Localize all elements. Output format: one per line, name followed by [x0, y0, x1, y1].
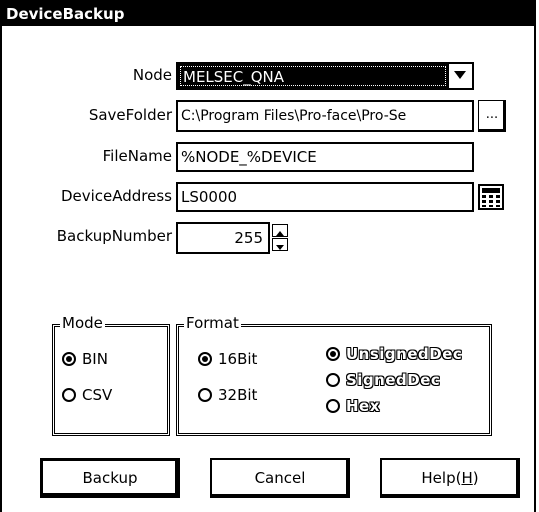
mode-group [52, 324, 170, 436]
node-dropdown-button[interactable] [448, 64, 472, 88]
mode-bin-radio[interactable]: BIN [62, 350, 108, 368]
backup-number-input[interactable]: 255 [176, 222, 270, 254]
format-signeddec-radio[interactable]: SignedDec [326, 371, 440, 389]
mode-group-title: Mode [60, 314, 105, 332]
radio-unchecked-icon [326, 373, 340, 387]
node-label: Node [132, 66, 172, 84]
radio-checked-icon [198, 352, 212, 366]
format-unsigneddec-label: UnsignedDec [346, 345, 463, 363]
help-button-mnemonic: H [461, 469, 473, 487]
radio-checked-icon [326, 347, 340, 361]
format-16bit-radio[interactable]: 16Bit [198, 350, 257, 368]
device-address-input[interactable]: LS0000 [176, 182, 474, 212]
browse-button[interactable]: ... [478, 100, 506, 132]
radio-checked-icon [62, 352, 76, 366]
save-folder-input[interactable]: C:\Program Files\Pro-face\Pro-Se [176, 100, 474, 132]
format-32bit-label: 32Bit [218, 386, 258, 404]
arrow-down-icon [276, 245, 284, 250]
radio-unchecked-icon [62, 388, 76, 402]
format-signeddec-label: SignedDec [346, 371, 441, 389]
format-32bit-radio[interactable]: 32Bit [198, 386, 257, 404]
backup-button[interactable]: Backup [40, 458, 180, 498]
device-address-label: DeviceAddress [60, 187, 172, 205]
file-name-input[interactable]: %NODE_%DEVICE [176, 142, 474, 172]
window-title: DeviceBackup [2, 2, 534, 26]
node-select-value: MELSEC_QNA [180, 66, 446, 86]
help-button-suffix: ) [472, 469, 479, 487]
file-name-label: FileName [102, 147, 172, 165]
format-hex-label: Hex [346, 397, 380, 415]
help-button[interactable]: Help(H) [380, 458, 520, 498]
mode-csv-label: CSV [82, 386, 113, 404]
format-hex-radio[interactable]: Hex [326, 397, 380, 415]
cancel-button[interactable]: Cancel [210, 458, 350, 498]
format-16bit-label: 16Bit [218, 350, 258, 368]
chevron-down-icon [454, 71, 466, 79]
node-select[interactable]: MELSEC_QNA [176, 62, 474, 90]
help-button-prefix: Help( [421, 469, 462, 487]
calculator-icon[interactable] [478, 184, 504, 210]
format-group-title: Format [184, 314, 241, 332]
spin-down-button[interactable] [272, 238, 288, 251]
backup-number-label: BackupNumber [56, 227, 172, 245]
radio-unchecked-icon [326, 399, 340, 413]
radio-unchecked-icon [198, 388, 212, 402]
save-folder-label: SaveFolder [88, 106, 172, 124]
device-backup-dialog: DeviceBackup Node MELSEC_QNA SaveFolder … [0, 0, 536, 512]
mode-bin-label: BIN [82, 350, 108, 368]
spin-up-button[interactable] [272, 224, 288, 237]
mode-csv-radio[interactable]: CSV [62, 386, 112, 404]
format-unsigneddec-radio[interactable]: UnsignedDec [326, 345, 462, 363]
